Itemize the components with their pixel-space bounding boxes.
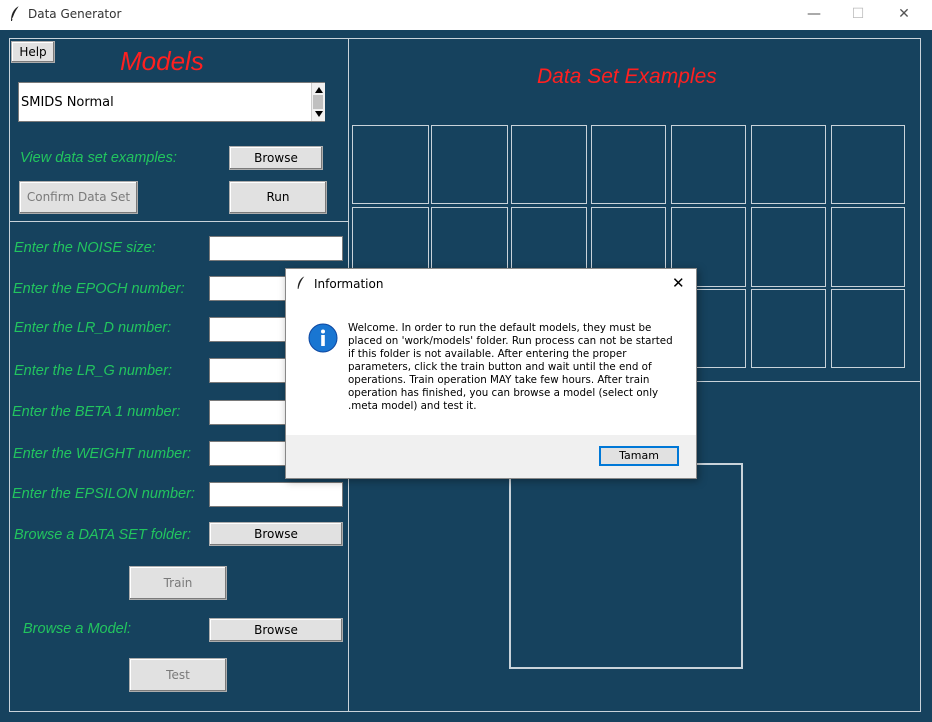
minimize-icon[interactable]: — [803, 4, 825, 24]
example-cell [671, 125, 746, 204]
dialog-title: Information [314, 277, 384, 291]
dataset-browse-button[interactable]: Browse [209, 522, 343, 546]
scroll-up-icon[interactable] [315, 87, 323, 93]
example-cell [751, 125, 826, 204]
run-button[interactable]: Run [229, 181, 327, 214]
example-cell [352, 125, 429, 204]
feather-icon [297, 276, 305, 289]
dialog-titlebar: Information ✕ [286, 269, 696, 299]
example-cell [751, 207, 826, 287]
noise-label: Enter the NOISE size: [14, 240, 156, 256]
dialog-message: Welcome. In order to run the default mod… [348, 322, 673, 412]
model-list-item[interactable]: SMIDS Normal [21, 95, 114, 110]
example-cell [511, 125, 587, 204]
scroll-down-icon[interactable] [315, 111, 323, 117]
example-cell [831, 207, 905, 287]
scroll-thumb[interactable] [313, 95, 323, 109]
dialog-body: Welcome. In order to run the default mod… [286, 299, 696, 435]
dataset-folder-label: Browse a DATA SET folder: [14, 527, 192, 543]
model-listbox[interactable]: SMIDS Normal [18, 82, 325, 122]
model-list-scrollbar[interactable] [311, 83, 325, 121]
beta1-label: Enter the BETA 1 number: [12, 404, 181, 420]
window-titlebar: Data Generator — ☐ ✕ [0, 0, 932, 30]
model-browse-label: Browse a Model: [23, 621, 131, 637]
train-button[interactable]: Train [129, 566, 227, 600]
weight-label: Enter the WEIGHT number: [13, 446, 192, 462]
lr-g-label: Enter the LR_G number: [14, 363, 172, 379]
info-icon [308, 323, 338, 353]
epsilon-label: Enter the EPSILON number: [12, 486, 195, 502]
help-button[interactable]: Help [11, 41, 55, 63]
models-title: Models [120, 46, 204, 76]
window-title: Data Generator [28, 7, 122, 21]
confirm-dataset-button[interactable]: Confirm Data Set [19, 181, 138, 214]
test-button[interactable]: Test [129, 658, 227, 692]
examples-browse-button[interactable]: Browse [229, 146, 323, 170]
examples-title: Data Set Examples [537, 65, 717, 88]
example-cell [831, 289, 905, 368]
view-examples-label: View data set examples: [20, 150, 177, 166]
feather-icon [11, 5, 20, 21]
epsilon-input[interactable] [209, 482, 343, 507]
ok-button[interactable]: Tamam [599, 446, 679, 466]
noise-input[interactable] [209, 236, 343, 261]
maximize-icon[interactable]: ☐ [847, 4, 869, 24]
example-cell [831, 125, 905, 204]
close-icon[interactable]: ✕ [672, 274, 685, 292]
information-dialog: Information ✕ Welcome. In order to run t… [285, 268, 697, 479]
example-cell [591, 125, 666, 204]
example-cell [751, 289, 826, 368]
model-browse-button[interactable]: Browse [209, 618, 343, 642]
result-image-box [509, 463, 743, 669]
example-cell [431, 125, 508, 204]
lr-d-label: Enter the LR_D number: [14, 320, 172, 336]
epoch-label: Enter the EPOCH number: [13, 281, 185, 297]
close-icon[interactable]: ✕ [893, 4, 915, 24]
